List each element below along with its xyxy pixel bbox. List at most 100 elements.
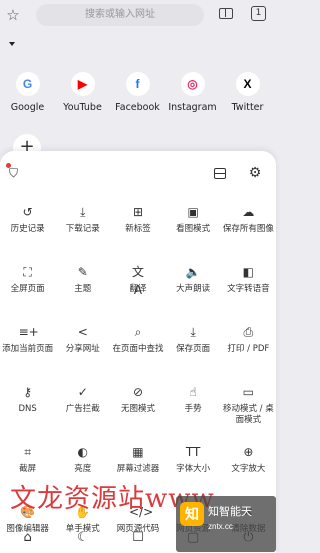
menu-item-label: 保存所有图像 xyxy=(222,224,274,234)
image-mode-icon: ▣ xyxy=(187,205,199,219)
menu-item-fullscreen[interactable]: ⛶ 全屏页面 xyxy=(0,263,55,323)
menu-item-gesture[interactable]: ☝ 手势 xyxy=(166,383,221,443)
brightness-icon: ◐ xyxy=(77,445,89,459)
bookmark-icon[interactable]: ☐ xyxy=(127,527,149,549)
shortcut-label: YouTube xyxy=(63,102,102,113)
menu-item-label: 屏幕过滤器 xyxy=(116,464,160,474)
menu-item-image-mode[interactable]: ▣ 看图模式 xyxy=(166,203,221,263)
home-icon[interactable]: ⌂ xyxy=(17,527,39,549)
watermark-badge: 知 知智能天 zntx.cc xyxy=(176,496,276,552)
theme-icon: ✎ xyxy=(77,265,88,279)
font-size-icon: TT xyxy=(185,445,201,459)
night-mode-icon[interactable]: ☾ xyxy=(72,527,94,549)
menu-item-save-page[interactable]: ⤓ 保存页面 xyxy=(166,323,221,383)
menu-item-label: 广告拦截 xyxy=(65,404,100,414)
print-icon: ⎙ xyxy=(243,325,254,339)
shortcut-label: Instagram xyxy=(168,102,217,113)
menu-item-save-images[interactable]: ☁ 保存所有图像 xyxy=(221,203,276,263)
menu-item-text-to-speech[interactable]: ◧ 文字转语音 xyxy=(221,263,276,323)
menu-item-label: 看图模式 xyxy=(176,224,211,234)
menu-item-label: 移动模式 / 桌面模式 xyxy=(222,404,274,425)
menu-item-label: 无图模式 xyxy=(120,404,155,414)
menu-item-label: 添加当前页面 xyxy=(2,344,54,354)
menu-item-translate[interactable]: 文A 翻译 xyxy=(110,263,165,323)
menu-item-no-image[interactable]: ⊘ 无图模式 xyxy=(110,383,165,443)
fullscreen-icon: ⛶ xyxy=(23,265,32,279)
facebook-icon: f xyxy=(125,72,150,96)
menu-item-dns[interactable]: ⚷ DNS xyxy=(0,383,55,443)
menu-item-label: 分享网址 xyxy=(65,344,100,354)
menu-item-add-page[interactable]: ≡+ 添加当前页面 xyxy=(0,323,55,383)
layout-icon[interactable] xyxy=(214,168,226,179)
menu-item-label: 字体大小 xyxy=(176,464,211,474)
menu-item-label: 文字放大 xyxy=(231,464,266,474)
watermark-url: zntx.cc xyxy=(208,522,233,531)
text-to-speech-icon: ◧ xyxy=(242,265,255,279)
share-icon: < xyxy=(77,325,88,339)
menu-item-desktop-mode[interactable]: ▭ 移动模式 / 桌面模式 xyxy=(221,383,276,443)
menu-item-label: 新标签 xyxy=(125,224,151,234)
menu-item-share[interactable]: < 分享网址 xyxy=(55,323,110,383)
dns-icon: ⚷ xyxy=(23,385,32,399)
adblock-icon: ✓ xyxy=(77,385,88,399)
menu-item-label: 大声朗读 xyxy=(176,284,211,294)
menu-item-label: 打印 / PDF xyxy=(227,344,270,354)
menu-item-label: 主题 xyxy=(74,284,92,294)
translate-icon: 文A xyxy=(131,265,144,297)
menu-item-read-aloud[interactable]: 🔈 大声朗读 xyxy=(166,263,221,323)
screenshot-icon: ⌗ xyxy=(24,445,31,459)
search-input[interactable]: 搜索或输入网址 xyxy=(36,4,204,26)
shortcut-google[interactable]: G Google xyxy=(0,72,55,113)
menu-item-download[interactable]: ⤓ 下载记录 xyxy=(55,203,110,263)
watermark-logo: 知 xyxy=(180,502,204,526)
star-icon[interactable]: ☆ xyxy=(4,6,22,24)
menu-item-label: 在页面中查找 xyxy=(112,344,164,354)
shortcut-label: Twitter xyxy=(231,102,264,113)
menu-item-label: DNS xyxy=(18,404,37,414)
menu-item-label: 历史记录 xyxy=(10,224,45,234)
chevron-down-icon[interactable] xyxy=(9,42,15,46)
menu-item-zoom-text[interactable]: ⊕ 文字放大 xyxy=(221,443,276,503)
menu-item-new-tab[interactable]: ⊞ 新标签 xyxy=(110,203,165,263)
desktop-mode-icon: ▭ xyxy=(242,385,255,399)
menu-item-label: 截屏 xyxy=(19,464,37,474)
menu-item-label: 下载记录 xyxy=(65,224,100,234)
google-icon: G xyxy=(15,72,40,96)
read-aloud-icon: 🔈 xyxy=(185,265,201,279)
menu-item-label: 全屏页面 xyxy=(10,284,45,294)
menu-item-label: 手势 xyxy=(184,404,202,414)
find-in-page-icon: ⌕ xyxy=(134,325,142,339)
menu-item-find-in-page[interactable]: ⌕ 在页面中查找 xyxy=(110,323,165,383)
no-image-icon: ⊘ xyxy=(132,385,143,399)
add-page-icon: ≡+ xyxy=(18,325,39,339)
save-page-icon: ⤓ xyxy=(190,325,196,339)
menu-item-adblock[interactable]: ✓ 广告拦截 xyxy=(55,383,110,443)
shortcut-label: Google xyxy=(10,102,45,113)
menu-item-theme[interactable]: ✎ 主题 xyxy=(55,263,110,323)
shortcut-facebook[interactable]: f Facebook xyxy=(110,72,165,113)
x-icon: X xyxy=(235,72,260,96)
menu-item-history[interactable]: ↺ 历史记录 xyxy=(0,203,55,263)
top-bar: ☆ 搜索或输入网址 1 xyxy=(0,0,276,34)
gesture-icon: ☝ xyxy=(189,385,197,399)
notification-dot xyxy=(6,163,11,168)
reader-mode-icon[interactable] xyxy=(219,8,233,19)
shield-icon[interactable]: ⛉ xyxy=(9,166,22,180)
history-icon: ↺ xyxy=(22,205,33,219)
menu-item-print[interactable]: ⎙ 打印 / PDF xyxy=(221,323,276,383)
menu-item-label: 保存页面 xyxy=(176,344,211,354)
zoom-text-icon: ⊕ xyxy=(243,445,254,459)
tab-count-button[interactable]: 1 xyxy=(251,6,266,21)
menu-item-label: 翻译 xyxy=(129,284,147,294)
shortcut-twitter[interactable]: X Twitter xyxy=(220,72,275,113)
save-images-icon: ☁ xyxy=(242,205,255,219)
watermark-title: 知智能天 xyxy=(208,505,252,518)
download-icon: ⤓ xyxy=(80,205,86,219)
gear-icon[interactable]: ⚙ xyxy=(247,165,263,181)
menu-item-label: 文字转语音 xyxy=(227,284,270,294)
shortcut-instagram[interactable]: ◎ Instagram xyxy=(165,72,220,113)
instagram-icon: ◎ xyxy=(180,72,205,96)
shortcut-row: G Google ▶ YouTube f Facebook ◎ Instagram X Twitt… xyxy=(0,72,276,113)
shortcut-youtube[interactable]: ▶ YouTube xyxy=(55,72,110,113)
new-tab-icon: ⊞ xyxy=(132,205,143,219)
